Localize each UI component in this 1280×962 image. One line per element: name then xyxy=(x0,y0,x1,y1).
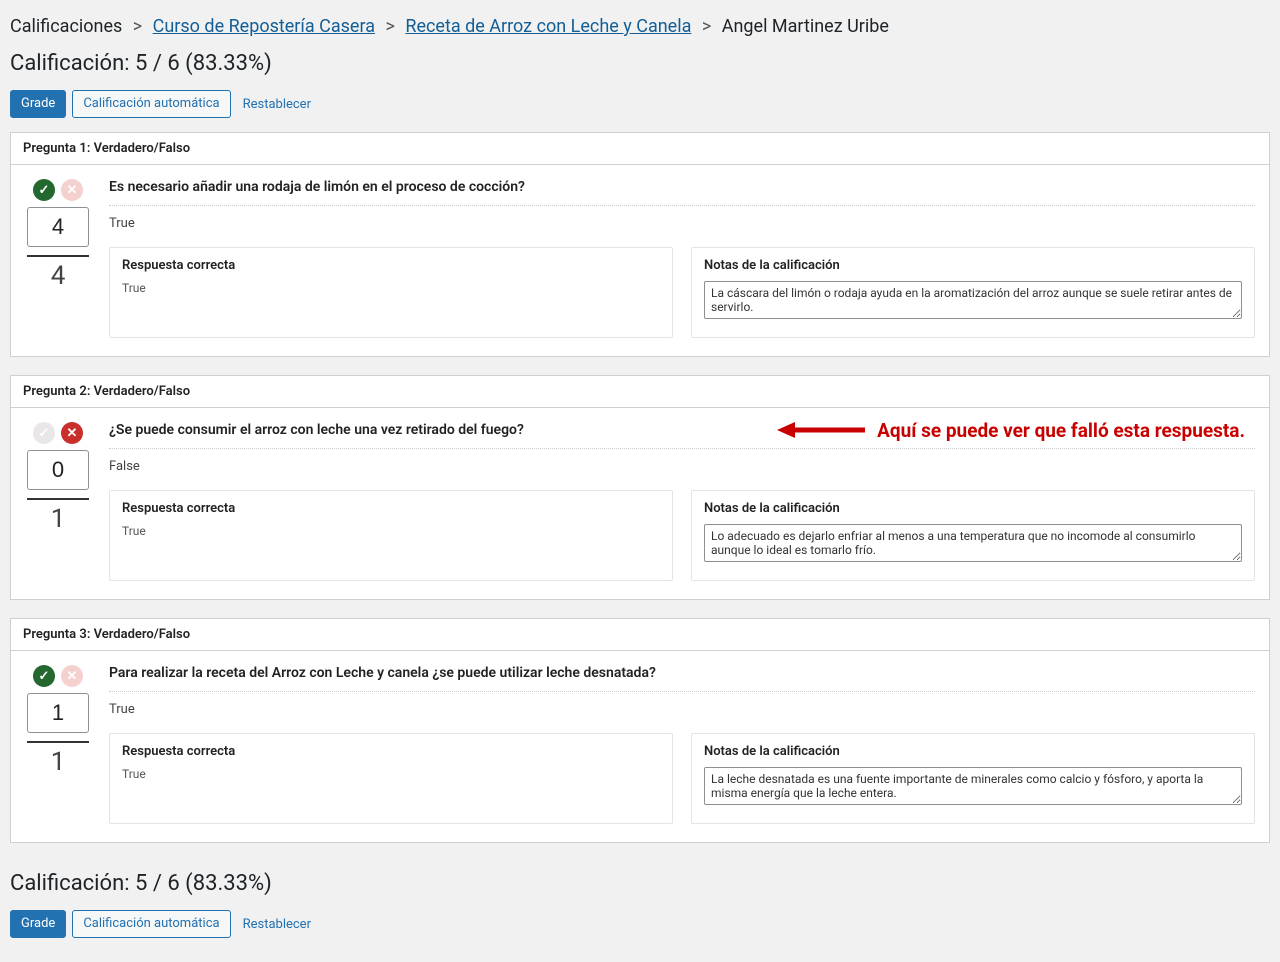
bottom-button-row: Grade Calificación automática Restablece… xyxy=(10,910,1270,938)
breadcrumb-sep: > xyxy=(379,16,400,37)
question-header: Pregunta 3: Verdadero/Falso xyxy=(11,619,1269,651)
grade-notes-box: Notas de la calificación Lo adecuado es … xyxy=(691,490,1255,581)
breadcrumb-root: Calificaciones xyxy=(10,16,122,37)
auto-grade-button[interactable]: Calificación automática xyxy=(72,90,230,118)
breadcrumb-course-link[interactable]: Curso de Repostería Casera xyxy=(153,16,375,37)
score-divider xyxy=(27,741,89,743)
correct-answer-label: Respuesta correcta xyxy=(122,258,660,273)
grade-notes-textarea[interactable]: Lo adecuado es dejarlo enfriar al menos … xyxy=(704,524,1242,562)
score-denominator: 4 xyxy=(25,261,91,291)
score-column: ✓ ✕ 1 xyxy=(25,422,91,581)
question-panel: Pregunta 3: Verdadero/Falso ✓ ✕ 1 Para r… xyxy=(10,618,1270,843)
correct-answer-box: Respuesta correcta True xyxy=(109,247,673,338)
grade-notes-box: Notas de la calificación La leche desnat… xyxy=(691,733,1255,824)
correct-answer-value: True xyxy=(122,524,660,538)
question-header: Pregunta 1: Verdadero/Falso xyxy=(11,133,1269,165)
breadcrumb-student: Angel Martinez Uribe xyxy=(722,16,889,37)
correct-answer-value: True xyxy=(122,767,660,781)
grade-notes-label: Notas de la calificación xyxy=(704,501,1242,516)
mark-correct-icon[interactable]: ✓ xyxy=(33,422,55,444)
correct-answer-label: Respuesta correcta xyxy=(122,501,660,516)
grade-button[interactable]: Grade xyxy=(10,910,66,938)
question-panel: Pregunta 1: Verdadero/Falso ✓ ✕ 4 Es nec… xyxy=(10,132,1270,357)
breadcrumb-recipe-link[interactable]: Receta de Arroz con Leche y Canela xyxy=(405,16,691,37)
breadcrumb-sep: > xyxy=(696,16,717,37)
score-divider xyxy=(27,498,89,500)
mark-incorrect-icon[interactable]: ✕ xyxy=(61,422,83,444)
question-header: Pregunta 2: Verdadero/Falso xyxy=(11,376,1269,408)
top-button-row: Grade Calificación automática Restablece… xyxy=(10,90,1270,118)
correct-answer-value: True xyxy=(122,281,660,295)
grade-notes-label: Notas de la calificación xyxy=(704,258,1242,273)
question-text: ¿Se puede consumir el arroz con leche un… xyxy=(109,422,1255,449)
mark-incorrect-icon[interactable]: ✕ xyxy=(61,179,83,201)
correct-answer-box: Respuesta correcta True xyxy=(109,490,673,581)
breadcrumb-sep: > xyxy=(127,16,148,37)
reset-button[interactable]: Restablecer xyxy=(237,93,317,116)
score-column: ✓ ✕ 4 xyxy=(25,179,91,338)
score-denominator: 1 xyxy=(25,747,91,777)
grade-notes-box: Notas de la calificación La cáscara del … xyxy=(691,247,1255,338)
grade-notes-label: Notas de la calificación xyxy=(704,744,1242,759)
mark-correct-icon[interactable]: ✓ xyxy=(33,179,55,201)
question-panel: Pregunta 2: Verdadero/Falso ✓ ✕ 1 Aquí s… xyxy=(10,375,1270,600)
student-answer: True xyxy=(109,692,1255,733)
score-denominator: 1 xyxy=(25,504,91,534)
breadcrumb: Calificaciones > Curso de Repostería Cas… xyxy=(10,10,1270,41)
correct-answer-box: Respuesta correcta True xyxy=(109,733,673,824)
reset-button[interactable]: Restablecer xyxy=(237,913,317,936)
grade-notes-textarea[interactable]: La leche desnatada es una fuente importa… xyxy=(704,767,1242,805)
score-column: ✓ ✕ 1 xyxy=(25,665,91,824)
grade-summary-bottom: Calificación: 5 / 6 (83.33%) xyxy=(10,861,1270,910)
mark-incorrect-icon[interactable]: ✕ xyxy=(61,665,83,687)
student-answer: True xyxy=(109,206,1255,247)
grade-summary-top: Calificación: 5 / 6 (83.33%) xyxy=(10,41,1270,90)
score-divider xyxy=(27,255,89,257)
auto-grade-button[interactable]: Calificación automática xyxy=(72,910,230,938)
mark-correct-icon[interactable]: ✓ xyxy=(33,665,55,687)
question-text: Para realizar la receta del Arroz con Le… xyxy=(109,665,1255,692)
score-input[interactable] xyxy=(27,693,89,733)
correct-answer-label: Respuesta correcta xyxy=(122,744,660,759)
score-input[interactable] xyxy=(27,450,89,490)
grade-button[interactable]: Grade xyxy=(10,90,66,118)
score-input[interactable] xyxy=(27,207,89,247)
grade-notes-textarea[interactable]: La cáscara del limón o rodaja ayuda en l… xyxy=(704,281,1242,319)
student-answer: False xyxy=(109,449,1255,490)
question-text: Es necesario añadir una rodaja de limón … xyxy=(109,179,1255,206)
